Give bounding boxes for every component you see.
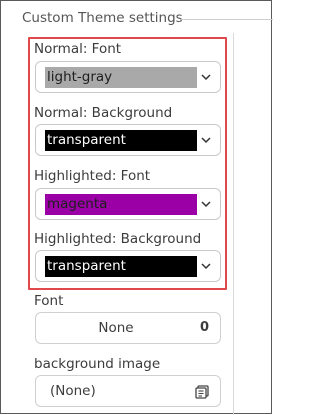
normal-background-combo[interactable]: transparent: [35, 124, 221, 156]
settings-panel: Custom Theme settings Normal: Font light…: [0, 0, 273, 415]
panel-title: Custom Theme settings: [22, 10, 187, 26]
highlighted-font-combo[interactable]: magenta: [35, 188, 221, 220]
font-label: Font: [34, 293, 64, 309]
group-border-line: [181, 19, 273, 20]
normal-background-label: Normal: Background: [34, 105, 173, 121]
panel-divider: [233, 33, 234, 415]
background-image-chooser[interactable]: (None): [35, 375, 221, 407]
font-size: 0: [199, 320, 209, 335]
normal-font-combo[interactable]: light-gray: [35, 61, 221, 93]
highlighted-background-combo[interactable]: transparent: [35, 250, 221, 282]
highlighted-background-label: Highlighted: Background: [34, 231, 202, 247]
chevron-down-icon: [201, 201, 211, 208]
highlighted-font-label: Highlighted: Font: [34, 168, 151, 184]
font-picker-button[interactable]: None 0: [35, 312, 221, 344]
chevron-down-icon: [201, 137, 211, 144]
chevron-down-icon: [201, 74, 211, 81]
highlighted-font-value: magenta: [45, 194, 197, 215]
file-browse-icon: [195, 385, 209, 399]
normal-font-value: light-gray: [45, 67, 197, 88]
normal-font-label: Normal: Font: [34, 41, 122, 57]
background-image-label: background image: [34, 356, 161, 372]
highlighted-background-value: transparent: [45, 256, 197, 277]
background-image-value: (None): [50, 383, 96, 399]
chevron-down-icon: [201, 263, 211, 270]
normal-background-value: transparent: [45, 130, 197, 151]
font-name: None: [98, 320, 134, 336]
